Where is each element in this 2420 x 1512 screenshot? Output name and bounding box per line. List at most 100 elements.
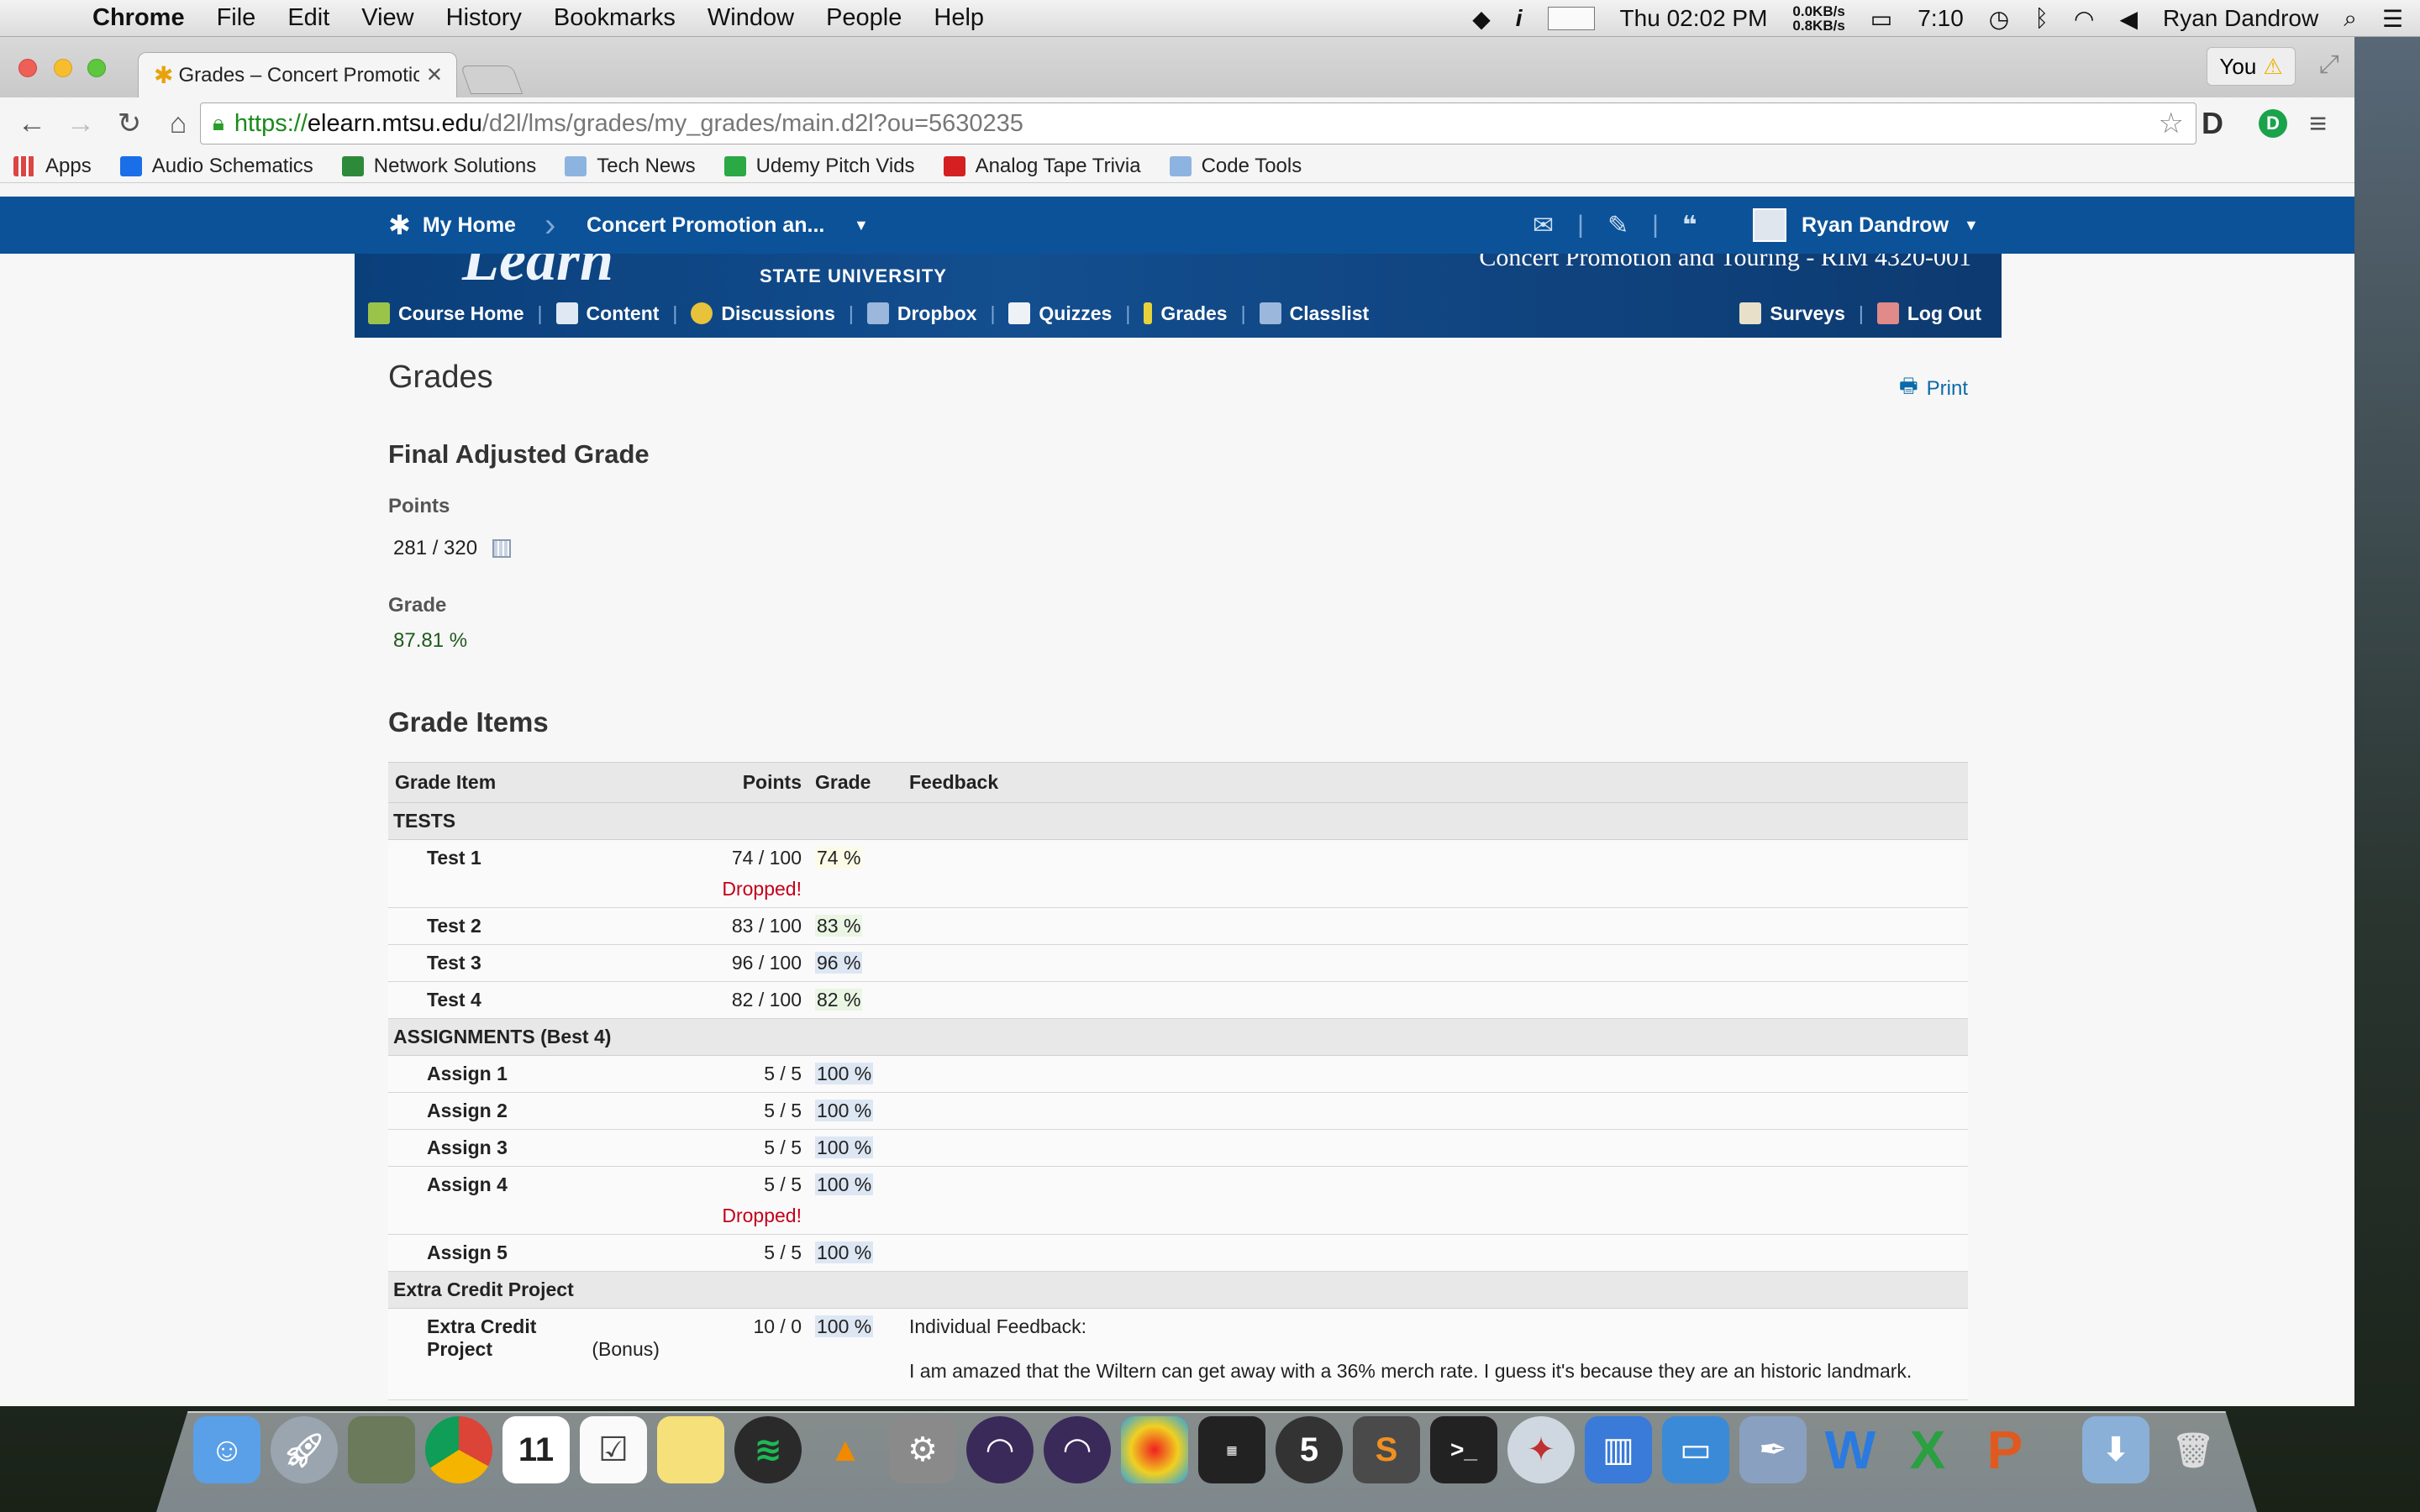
- dropped-label: Dropped!: [722, 1205, 802, 1226]
- vlc-icon[interactable]: ▲: [812, 1416, 879, 1483]
- bookmark-apps[interactable]: Apps: [13, 155, 92, 178]
- bookmark-analog-tape[interactable]: Analog Tape Trivia: [943, 155, 1141, 178]
- my-home-link[interactable]: ✱ My Home: [388, 197, 516, 254]
- reminders-icon[interactable]: ☑: [580, 1416, 647, 1483]
- clock-label[interactable]: Thu 02:02 PM: [1620, 5, 1768, 32]
- ruler-icon: [1144, 302, 1153, 324]
- window-zoom-button[interactable]: [87, 59, 106, 77]
- nav-classlist[interactable]: Classlist: [1246, 302, 1383, 325]
- net-down: 0.8KB/s: [1792, 18, 1845, 34]
- pro-tools-icon[interactable]: ◠: [966, 1416, 1034, 1483]
- system-preferences-icon[interactable]: ⚙: [889, 1416, 956, 1483]
- nav-dropbox[interactable]: Dropbox: [854, 302, 991, 325]
- calculator-icon[interactable]: [492, 539, 512, 558]
- book-icon: [555, 302, 578, 324]
- message-alerts-icon[interactable]: ✉: [1533, 211, 1554, 240]
- subscription-alerts-icon[interactable]: ❝: [1682, 211, 1697, 240]
- terminal-icon[interactable]: >_: [1430, 1416, 1497, 1483]
- menubar-user-name[interactable]: Ryan Dandrow: [2163, 5, 2318, 32]
- menu-view[interactable]: View: [361, 4, 413, 32]
- excel-icon[interactable]: X: [1894, 1416, 1961, 1483]
- wifi-icon[interactable]: ◠: [2074, 5, 2094, 33]
- tab-grades[interactable]: ✱ Grades – Concert Promotio ✕: [138, 52, 457, 97]
- notification-center-icon[interactable]: ☰: [2382, 5, 2403, 33]
- net-up: 0.0KB/s: [1792, 3, 1845, 19]
- window-close-button[interactable]: [18, 59, 37, 77]
- downloads-folder-icon[interactable]: ⬇: [2082, 1416, 2149, 1483]
- powerpoint-icon[interactable]: P: [1971, 1416, 2039, 1483]
- time-machine-icon[interactable]: ◷: [1989, 5, 2009, 33]
- reload-icon[interactable]: ↻: [113, 107, 146, 140]
- print-link[interactable]: 🖶︎ Print: [1899, 371, 1968, 406]
- bluetooth-icon[interactable]: ᛒ: [2034, 5, 2049, 32]
- nav-content[interactable]: Content: [543, 302, 673, 325]
- menu-app-name[interactable]: Chrome: [92, 4, 185, 32]
- finder-icon[interactable]: ☺: [193, 1416, 260, 1483]
- bookmark-network-solutions[interactable]: Network Solutions: [341, 155, 536, 178]
- window-minimize-button[interactable]: [54, 59, 72, 77]
- bookmark-star-icon[interactable]: ☆: [2159, 107, 2184, 140]
- dropbox-icon[interactable]: ◆: [1472, 5, 1491, 33]
- fullscreen-icon[interactable]: ⤢: [2319, 50, 2339, 79]
- color-app-icon[interactable]: [1121, 1416, 1188, 1483]
- new-tab-button[interactable]: [460, 66, 523, 94]
- menu-bookmarks[interactable]: Bookmarks: [554, 4, 676, 32]
- keynote-chart-icon[interactable]: ▥: [1585, 1416, 1652, 1483]
- menu-history[interactable]: History: [446, 4, 522, 32]
- bookmark-audio-schematics[interactable]: Audio Schematics: [119, 155, 313, 178]
- sublime-text-icon[interactable]: S: [1353, 1416, 1420, 1483]
- bookmark-udemy[interactable]: Udemy Pitch Vids: [723, 154, 915, 178]
- safari-icon[interactable]: ✦: [1507, 1416, 1575, 1483]
- grade-items-heading: Grade Items: [388, 706, 549, 738]
- nav-logout[interactable]: Log Out: [1864, 302, 1995, 325]
- launchpad-icon[interactable]: 🚀︎: [271, 1416, 338, 1483]
- download-extension-icon[interactable]: D: [2259, 109, 2287, 138]
- word-icon[interactable]: W: [1817, 1416, 1884, 1483]
- arraycalc-icon[interactable]: ▦: [1198, 1416, 1265, 1483]
- volume-icon[interactable]: ◀: [2119, 5, 2138, 33]
- course-selector[interactable]: Concert Promotion an...: [587, 197, 824, 254]
- item-feedback: [902, 1092, 1968, 1130]
- menu-people[interactable]: People: [826, 4, 902, 32]
- course-dropdown-caret-icon[interactable]: ▼: [854, 197, 869, 254]
- update-alerts-icon[interactable]: ✎: [1607, 211, 1628, 240]
- pen-app-icon[interactable]: ✒: [1739, 1416, 1807, 1483]
- lock-icon[interactable]: 🔒︎: [213, 110, 224, 137]
- keynote-icon[interactable]: ▭: [1662, 1416, 1729, 1483]
- profile-button[interactable]: You ⚠: [2207, 47, 2296, 86]
- nav-course-home[interactable]: Course Home: [355, 302, 538, 325]
- html5-app-icon[interactable]: 5: [1276, 1416, 1343, 1483]
- nav-grades[interactable]: Grades: [1130, 302, 1240, 325]
- back-arrow-icon[interactable]: ←: [15, 108, 49, 140]
- cpu-meter-icon[interactable]: [1547, 7, 1595, 30]
- photos-app-icon[interactable]: [348, 1416, 415, 1483]
- pro-tools-alt-icon[interactable]: ◠: [1044, 1416, 1111, 1483]
- info-icon[interactable]: i: [1516, 5, 1523, 32]
- user-menu[interactable]: Ryan Dandrow ▼: [1753, 197, 1979, 254]
- spotlight-icon[interactable]: ⌕: [2344, 5, 2357, 33]
- tab-close-icon[interactable]: ✕: [426, 63, 443, 87]
- home-icon[interactable]: ⌂: [161, 108, 195, 140]
- spotify-icon[interactable]: ≋: [734, 1416, 802, 1483]
- bookmark-tech-news[interactable]: Tech News: [565, 155, 696, 178]
- menu-window[interactable]: Window: [708, 4, 794, 32]
- menu-file[interactable]: File: [217, 4, 256, 32]
- bookmark-code-tools[interactable]: Code Tools: [1169, 155, 1302, 178]
- bookmark-label: Udemy Pitch Vids: [755, 154, 915, 177]
- menu-edit[interactable]: Edit: [287, 4, 329, 32]
- chrome-icon[interactable]: [425, 1416, 492, 1483]
- trash-icon[interactable]: 🗑︎: [2160, 1416, 2227, 1483]
- menu-help[interactable]: Help: [934, 4, 984, 32]
- d2l-extension-icon[interactable]: D: [2202, 106, 2223, 141]
- address-bar[interactable]: 🔒︎ https:// elearn.mtsu.edu /d2l/lms/gra…: [200, 102, 2196, 144]
- notes-icon[interactable]: [657, 1416, 724, 1483]
- calendar-icon[interactable]: 11: [502, 1416, 570, 1483]
- nav-surveys[interactable]: Surveys: [1726, 302, 1859, 325]
- chrome-menu-icon[interactable]: ≡: [2309, 106, 2327, 141]
- user-dropdown-caret-icon: ▼: [1964, 216, 1979, 234]
- forward-arrow-icon[interactable]: →: [64, 108, 97, 140]
- battery-icon[interactable]: ▭: [1870, 5, 1892, 33]
- battery-time[interactable]: 7:10: [1918, 5, 1964, 32]
- nav-quizzes[interactable]: Quizzes: [995, 302, 1125, 325]
- nav-discussions[interactable]: Discussions: [677, 302, 849, 325]
